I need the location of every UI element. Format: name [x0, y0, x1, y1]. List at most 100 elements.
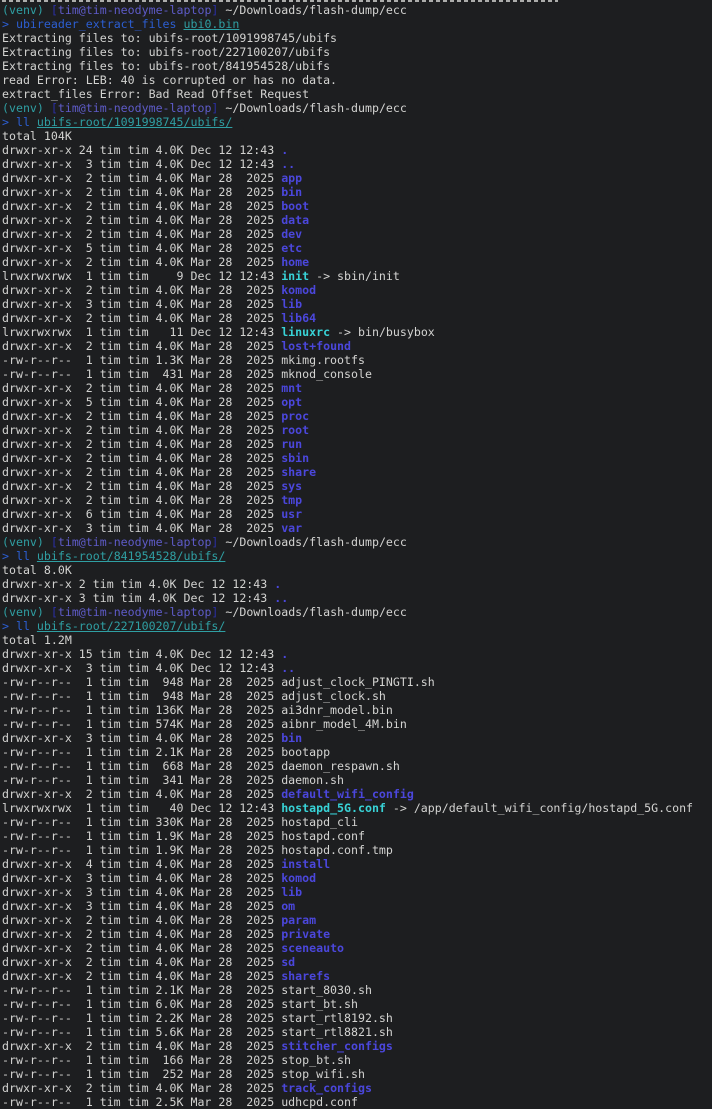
output-text: drwxr-xr-x 15 tim tim 4.0K Dec 12 12:43 — [2, 647, 282, 661]
directory-name: sys — [281, 479, 303, 493]
terminal-line: drwxr-xr-x 2 tim tim 4.0K Mar 28 2025 tm… — [2, 493, 712, 507]
terminal-line: Extracting files to: ubifs-root/84195452… — [2, 59, 712, 73]
output-text: -rw-r--r-- 1 tim tim 2.1K Mar 28 2025 bo… — [2, 745, 331, 759]
output-text: -rw-r--r-- 1 tim tim 1.9K Mar 28 2025 ho… — [2, 843, 393, 857]
terminal-line: drwxr-xr-x 2 tim tim 4.0K Mar 28 2025 sd — [2, 955, 712, 969]
prompt-symbol: > — [2, 115, 16, 129]
terminal-line: drwxr-xr-x 2 tim tim 4.0K Mar 28 2025 de… — [2, 227, 712, 241]
output-text: -rw-r--r-- 1 tim tim 166 Mar 28 2025 sto… — [2, 1053, 352, 1067]
venv-indicator: (venv) — [2, 3, 44, 17]
terminal-line: read Error: LEB: 40 is corrupted or has … — [2, 73, 712, 87]
venv-indicator: (venv) — [2, 535, 44, 549]
terminal-line: -rw-r--r-- 1 tim tim 574K Mar 28 2025 ai… — [2, 717, 712, 731]
terminal-line: -rw-r--r-- 1 tim tim 431 Mar 28 2025 mkn… — [2, 367, 712, 381]
directory-name: .. — [274, 591, 289, 605]
terminal-line: drwxr-xr-x 2 tim tim 4.0K Mar 28 2025 da… — [2, 213, 712, 227]
command-text: ubireader_extract_files — [15, 17, 177, 31]
terminal-line: drwxr-xr-x 2 tim tim 4.0K Mar 28 2025 sh… — [2, 465, 712, 479]
terminal-line: drwxr-xr-x 2 tim tim 4.0K Mar 28 2025 tr… — [2, 1081, 712, 1095]
terminal-line: (venv) [tim@tim-neodyme-laptop] ~/Downlo… — [2, 535, 712, 549]
output-text: drwxr-xr-x 3 tim tim 4.0K Mar 28 2025 — [2, 871, 282, 885]
output-text: drwxr-xr-x 2 tim tim 4.0K Mar 28 2025 — [2, 423, 282, 437]
directory-name: bin — [281, 731, 303, 745]
directory-name: var — [281, 521, 303, 535]
output-text: drwxr-xr-x 2 tim tim 4.0K Mar 28 2025 — [2, 227, 282, 241]
directory-name: stitcher_configs — [281, 1039, 393, 1053]
terminal-line: drwxr-xr-x 3 tim tim 4.0K Dec 12 12:43 .… — [2, 661, 712, 675]
directory-name: komod — [281, 871, 317, 885]
directory-name: bin — [281, 185, 303, 199]
output-text: drwxr-xr-x 2 tim tim 4.0K Mar 28 2025 — [2, 479, 282, 493]
terminal-line: drwxr-xr-x 3 tim tim 4.0K Mar 28 2025 li… — [2, 885, 712, 899]
terminal-line: > ll ubifs-root/1091998745/ubifs/ — [2, 115, 712, 129]
terminal-line: drwxr-xr-x 3 tim tim 4.0K Dec 12 12:43 .… — [2, 591, 712, 605]
path-argument: ubi0.bin — [183, 17, 240, 31]
directory-name: komod — [281, 283, 317, 297]
output-text: -rw-r--r-- 1 tim tim 2.2K Mar 28 2025 st… — [2, 1011, 393, 1025]
output-text: drwxr-xr-x 3 tim tim 4.0K Dec 12 12:43 — [2, 157, 282, 171]
terminal-window: { "terminal": { "colors": { "background"… — [0, 0, 712, 1109]
output-text: drwxr-xr-x 3 tim tim 4.0K Mar 28 2025 — [2, 297, 282, 311]
terminal-line: drwxr-xr-x 4 tim tim 4.0K Mar 28 2025 in… — [2, 857, 712, 871]
terminal-line: drwxr-xr-x 3 tim tim 4.0K Mar 28 2025 li… — [2, 297, 712, 311]
output-text: drwxr-xr-x 2 tim tim 4.0K Mar 28 2025 — [2, 185, 282, 199]
output-text: -rw-r--r-- 1 tim tim 2.5K Mar 28 2025 ud… — [2, 1095, 358, 1109]
directory-name: dev — [281, 227, 303, 241]
output-text: -rw-r--r-- 1 tim tim 136K Mar 28 2025 ai… — [2, 703, 393, 717]
terminal-line: drwxr-xr-x 2 tim tim 4.0K Mar 28 2025 pr… — [2, 927, 712, 941]
directory-name: default_wifi_config — [281, 787, 414, 801]
terminal-line: Extracting files to: ubifs-root/10919987… — [2, 31, 712, 45]
directory-name: proc — [281, 409, 310, 423]
prompt-symbol: > — [2, 17, 16, 31]
output-text: total 1.2M — [2, 633, 72, 647]
user-host: tim@tim-neodyme-laptop — [57, 101, 212, 115]
output-text: drwxr-xr-x 5 tim tim 4.0K Mar 28 2025 — [2, 395, 282, 409]
terminal-line: -rw-r--r-- 1 tim tim 2.2K Mar 28 2025 st… — [2, 1011, 712, 1025]
output-text: -rw-r--r-- 1 tim tim 2.1K Mar 28 2025 st… — [2, 983, 372, 997]
output-text: drwxr-xr-x 24 tim tim 4.0K Dec 12 12:43 — [2, 143, 282, 157]
terminal-line: -rw-r--r-- 1 tim tim 166 Mar 28 2025 sto… — [2, 1053, 712, 1067]
directory-name: track_configs — [281, 1081, 372, 1095]
symlink-name: hostapd_5G.conf — [281, 801, 386, 815]
terminal-line: > ll ubifs-root/227100207/ubifs/ — [2, 619, 712, 633]
output-text: -rw-r--r-- 1 tim tim 1.9K Mar 28 2025 ho… — [2, 829, 365, 843]
output-text: lrwxrwxrwx 1 tim tim 40 Dec 12 12:43 — [2, 801, 282, 815]
path-argument: ubifs-root/841954528/ubifs/ — [36, 549, 226, 563]
clipped-scrollback-line — [2, 0, 558, 2]
output-text: -rw-r--r-- 1 tim tim 6.0K Mar 28 2025 st… — [2, 997, 358, 1011]
terminal-output[interactable]: (venv) [tim@tim-neodyme-laptop] ~/Downlo… — [2, 3, 712, 1109]
output-text: drwxr-xr-x 3 tim tim 4.0K Mar 28 2025 — [2, 899, 282, 913]
directory-name: boot — [281, 199, 310, 213]
output-text: -rw-r--r-- 1 tim tim 574K Mar 28 2025 ai… — [2, 717, 407, 731]
directory-name: etc — [281, 241, 303, 255]
output-text: -rw-r--r-- 1 tim tim 330K Mar 28 2025 ho… — [2, 815, 358, 829]
terminal-line: drwxr-xr-x 6 tim tim 4.0K Mar 28 2025 us… — [2, 507, 712, 521]
terminal-line: -rw-r--r-- 1 tim tim 948 Mar 28 2025 adj… — [2, 675, 712, 689]
command-text: ll — [15, 549, 30, 563]
directory-name: . — [281, 647, 289, 661]
output-text: drwxr-xr-x 6 tim tim 4.0K Mar 28 2025 — [2, 507, 282, 521]
terminal-line: -rw-r--r-- 1 tim tim 136K Mar 28 2025 ai… — [2, 703, 712, 717]
terminal-line: -rw-r--r-- 1 tim tim 1.3K Mar 28 2025 mk… — [2, 353, 712, 367]
directory-name: install — [281, 857, 331, 871]
output-text: total 104K — [2, 129, 72, 143]
terminal-line: (venv) [tim@tim-neodyme-laptop] ~/Downlo… — [2, 3, 712, 17]
output-text: drwxr-xr-x 2 tim tim 4.0K Mar 28 2025 — [2, 1039, 282, 1053]
output-text: drwxr-xr-x 2 tim tim 4.0K Mar 28 2025 — [2, 339, 282, 353]
output-text: drwxr-xr-x 2 tim tim 4.0K Mar 28 2025 — [2, 199, 282, 213]
terminal-line: drwxr-xr-x 2 tim tim 4.0K Mar 28 2025 bi… — [2, 185, 712, 199]
output-text: drwxr-xr-x 2 tim tim 4.0K Mar 28 2025 — [2, 941, 282, 955]
output-text: drwxr-xr-x 2 tim tim 4.0K Mar 28 2025 — [2, 927, 282, 941]
output-text: -rw-r--r-- 1 tim tim 252 Mar 28 2025 sto… — [2, 1067, 365, 1081]
directory-name: lib64 — [281, 311, 317, 325]
terminal-line: drwxr-xr-x 15 tim tim 4.0K Dec 12 12:43 … — [2, 647, 712, 661]
output-text: drwxr-xr-x 4 tim tim 4.0K Mar 28 2025 — [2, 857, 282, 871]
output-text: lrwxrwxrwx 1 tim tim 11 Dec 12 12:43 — [2, 325, 282, 339]
output-text: drwxr-xr-x 2 tim tim 4.0K Mar 28 2025 — [2, 955, 282, 969]
directory-name: sceneauto — [281, 941, 345, 955]
output-text: -rw-r--r-- 1 tim tim 5.6K Mar 28 2025 st… — [2, 1025, 393, 1039]
terminal-line: -rw-r--r-- 1 tim tim 341 Mar 28 2025 dae… — [2, 773, 712, 787]
terminal-line: total 104K — [2, 129, 712, 143]
